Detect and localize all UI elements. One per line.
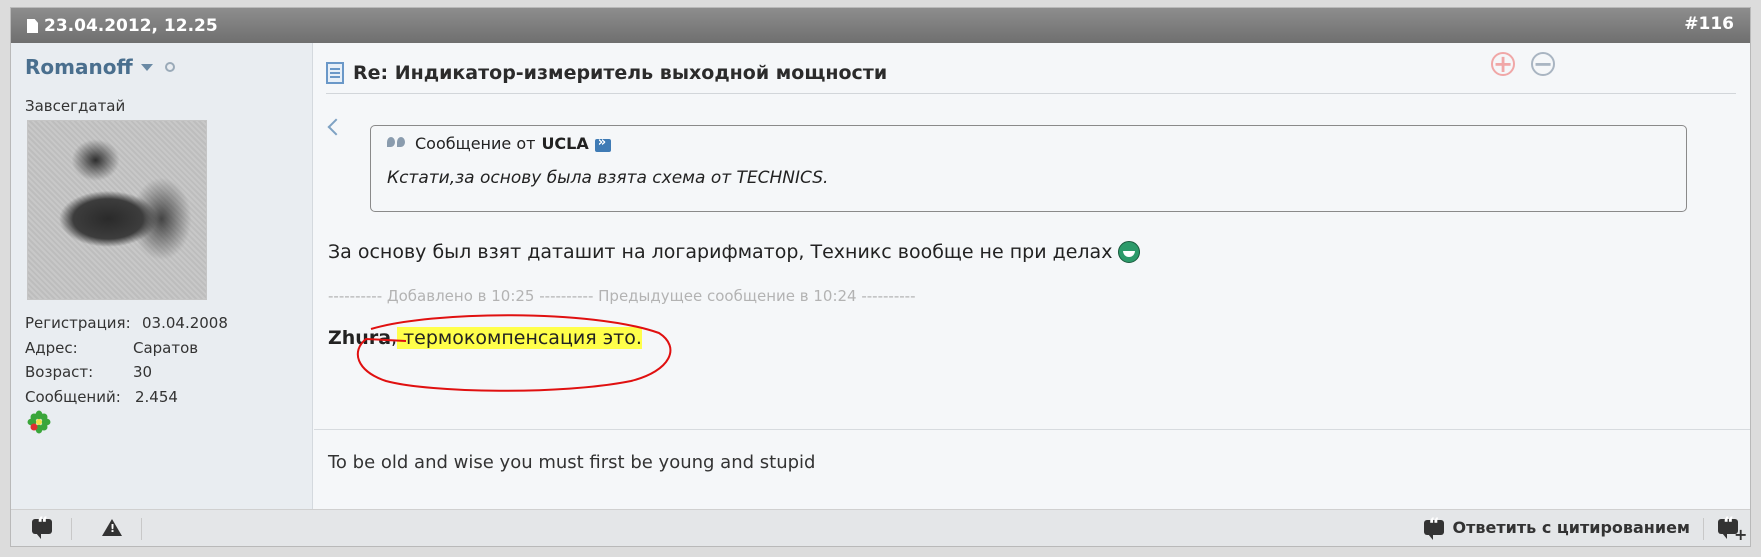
divider: [1703, 518, 1704, 540]
quote-author: UCLA: [541, 134, 589, 153]
reputation-plus-button[interactable]: +: [1491, 52, 1515, 76]
signature-text: To be old and wise you must first be you…: [328, 452, 816, 473]
reply-with-quote-label: Ответить с цитированием: [1452, 518, 1690, 537]
post-date: 23.04.2012, 12.25: [27, 16, 218, 36]
post-footer: Ответить с цитированием +: [11, 509, 1750, 546]
quote-text: Кстати,за основу была взята схема от TEC…: [387, 168, 829, 188]
reply-bubble-icon[interactable]: [32, 514, 52, 539]
forum-post: 23.04.2012, 12.25 #116 Romanoff Завсегда…: [10, 7, 1751, 547]
quote-collapse-arrow-icon[interactable]: [327, 118, 345, 136]
message-text: За основу был взят даташит на логарифмат…: [328, 241, 1113, 263]
reply-with-quote-button[interactable]: Ответить с цитированием: [1423, 515, 1690, 540]
quote-header: Сообщение от UCLA: [387, 134, 611, 153]
username-text[interactable]: Romanoff: [25, 55, 133, 79]
user-stats: Регистрация: 03.04.2008 Адрес: Саратов В…: [25, 311, 228, 409]
message-line-1: За основу был взят даташит на логарифмат…: [328, 241, 1141, 263]
quote-bubble-icon: [1423, 515, 1444, 540]
stat-value: Саратов: [133, 338, 199, 357]
merged-post-separator: ---------- Добавлено в 10:25 ---------- …: [328, 287, 916, 305]
stat-label: Адрес:: [25, 338, 78, 357]
divider: [141, 518, 142, 540]
stat-value: 30: [133, 363, 153, 381]
stat-posts: Сообщений: 2.454: [25, 385, 228, 410]
post-header: 23.04.2012, 12.25 #116: [11, 8, 1750, 43]
stat-value: 2.454: [135, 387, 178, 406]
stat-age: Возраст: 30: [25, 360, 228, 385]
stat-registration: Регистрация: 03.04.2008: [25, 311, 228, 336]
reputation-minus-button[interactable]: −: [1531, 52, 1555, 76]
stat-label: Возраст:: [25, 363, 94, 381]
stat-value: 03.04.2008: [142, 314, 228, 332]
quote-block: Сообщение от UCLA Кстати,за основу была …: [370, 125, 1687, 212]
post-document-icon: [326, 62, 344, 84]
username[interactable]: Romanoff: [25, 55, 175, 79]
post-body: Re: Индикатор-измеритель выходной мощнос…: [314, 43, 1750, 509]
post-number-link[interactable]: #116: [1684, 14, 1734, 34]
icq-flower-icon[interactable]: [27, 410, 51, 434]
offline-status-icon: [164, 62, 175, 72]
document-icon: [27, 19, 38, 33]
report-warning-icon[interactable]: [102, 519, 122, 536]
plus-icon: +: [1734, 525, 1748, 544]
laughing-smiley-icon: [1118, 241, 1141, 263]
user-info-panel: Romanoff Завсегдатай Регистрация: 03.04.…: [11, 43, 313, 509]
quote-icon: [387, 136, 407, 151]
stat-label: Регистрация:: [25, 314, 131, 332]
post-date-text: 23.04.2012, 12.25: [44, 16, 218, 36]
multi-quote-button[interactable]: +: [1718, 514, 1747, 544]
view-post-icon[interactable]: [594, 135, 611, 152]
user-title: Завсегдатай: [25, 97, 126, 115]
red-hand-drawn-circle: [356, 314, 672, 392]
avatar[interactable]: [27, 120, 207, 300]
post-title: Re: Индикатор-измеритель выходной мощнос…: [353, 62, 888, 84]
divider: [71, 518, 72, 540]
stat-address: Адрес: Саратов: [25, 336, 228, 361]
stat-label: Сообщений:: [25, 387, 121, 406]
user-menu-caret-icon[interactable]: [140, 63, 153, 71]
post-title-row: Re: Индикатор-измеритель выходной мощнос…: [326, 60, 1736, 94]
signature: To be old and wise you must first be you…: [314, 429, 1750, 509]
quote-prefix: Сообщение от: [415, 134, 536, 153]
